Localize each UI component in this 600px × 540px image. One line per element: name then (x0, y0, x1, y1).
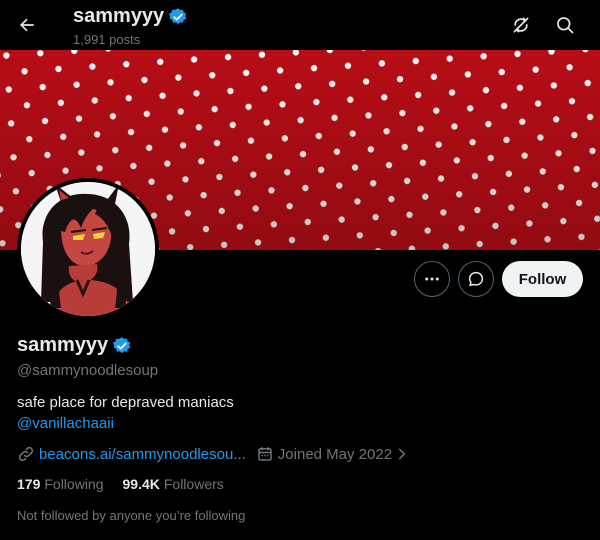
search-icon (557, 17, 574, 34)
refresh-slash-icon (513, 17, 529, 33)
header-title-row: sammyyy (73, 5, 188, 28)
followers-label: Followers (163, 476, 224, 492)
header-search-button[interactable] (546, 6, 584, 44)
follow-stats: 179 Following 99.4K Followers (17, 476, 243, 492)
website-item[interactable]: beacons.ai/sammynoodlesou... (17, 445, 246, 463)
more-dots-icon (425, 277, 439, 281)
link-icon (17, 445, 35, 463)
avatar-illustration (21, 182, 155, 316)
verified-badge-icon (168, 7, 188, 27)
bio-text: safe place for depraved maniacs (17, 394, 234, 411)
verified-badge-icon[interactable] (112, 336, 132, 356)
post-count: 1,991 posts (73, 32, 141, 47)
avatar[interactable] (17, 178, 159, 320)
arrow-left-icon (20, 18, 34, 32)
followed-by-note: Not followed by anyone you’re following (17, 508, 246, 523)
website-link[interactable]: beacons.ai/sammynoodlesou... (39, 446, 246, 463)
chevron-right-icon (395, 447, 409, 461)
following-count: 179 (17, 476, 41, 492)
display-name: sammyyy (17, 334, 109, 356)
header-refresh-button[interactable] (502, 6, 540, 44)
message-button[interactable] (458, 261, 494, 297)
followers-count: 99.4K (122, 476, 160, 492)
bio-mention-link[interactable]: @vanillachaaii (17, 415, 114, 432)
joined-item[interactable]: Joined May 2022 (256, 445, 413, 463)
followers-link[interactable]: 99.4K Followers (123, 476, 224, 492)
user-handle: @sammynoodlesoup (17, 362, 159, 379)
profile-header: sammyyy 1,991 posts (0, 0, 600, 50)
profile-meta-row: beacons.ai/sammynoodlesou... Joined May … (17, 445, 413, 463)
calendar-icon (256, 445, 274, 463)
joined-date: Joined May 2022 (277, 445, 393, 463)
back-button[interactable] (8, 6, 46, 44)
following-link[interactable]: 179 Following (17, 476, 104, 492)
message-bubble-icon (468, 271, 484, 287)
display-name-row: sammyyy (17, 334, 132, 357)
header-title: sammyyy (73, 5, 165, 27)
following-label: Following (44, 476, 104, 492)
more-button[interactable] (414, 261, 450, 297)
follow-button[interactable]: Follow (502, 261, 583, 297)
